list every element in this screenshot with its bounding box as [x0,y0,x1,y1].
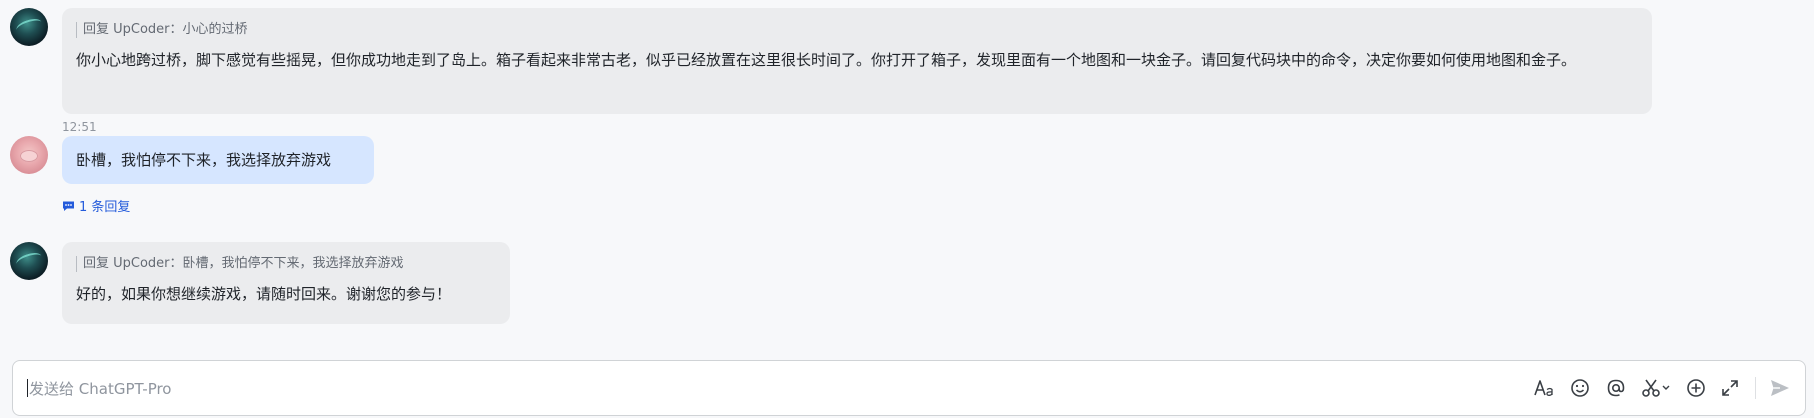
message-input[interactable] [27,375,1511,403]
send-button[interactable] [1767,375,1793,401]
message-timestamp: 12:51 [62,120,97,134]
expand-icon [1722,380,1738,396]
message-composer [12,360,1806,416]
bot-avatar[interactable] [10,242,48,280]
text-format-button[interactable] [1531,375,1557,401]
expand-editor-button[interactable] [1717,375,1743,401]
text-format-icon [1534,380,1553,396]
bot-message-bubble: 回复 UpCoder：小心的过桥 你小心地跨过桥，脚下感觉有些摇晃，但你成功地走… [62,8,1652,114]
add-attachment-button[interactable] [1683,375,1709,401]
message-text: 好的，如果你想继续游戏，请随时回来。谢谢您的参与！ [76,285,452,303]
comment-icon [63,201,74,211]
message-text: 你小心地跨过桥，脚下感觉有些摇晃，但你成功地走到了岛上。箱子看起来非常古老，似乎… [76,51,1577,69]
user-avatar[interactable] [10,136,48,174]
reply-count-label: 1 条回复 [79,200,131,215]
bot-message-bubble: 回复 UpCoder：卧槽，我怕停不下来，我选择放弃游戏 好的，如果你想继续游戏… [62,242,510,324]
reply-quote[interactable]: 回复 UpCoder：卧槽，我怕停不下来，我选择放弃游戏 [76,256,496,272]
thread-replies-link[interactable]: 1 条回复 [62,196,130,215]
scissors-icon [1642,379,1670,397]
screenshot-button[interactable] [1639,375,1673,401]
emoji-button[interactable] [1567,375,1593,401]
user-message-bubble: 卧槽，我怕停不下来，我选择放弃游戏 [62,136,374,184]
mention-icon [1607,379,1625,397]
reply-quote[interactable]: 回复 UpCoder：小心的过桥 [76,22,1638,38]
toolbar-divider [1755,377,1756,399]
send-icon [1771,380,1789,396]
bot-avatar[interactable] [10,8,48,46]
add-icon [1687,379,1705,397]
emoji-icon [1571,379,1589,397]
mention-button[interactable] [1603,375,1629,401]
chat-panel: 回复 UpCoder：小心的过桥 你小心地跨过桥，脚下感觉有些摇晃，但你成功地走… [0,0,1814,418]
message-text: 卧槽，我怕停不下来，我选择放弃游戏 [76,151,332,169]
